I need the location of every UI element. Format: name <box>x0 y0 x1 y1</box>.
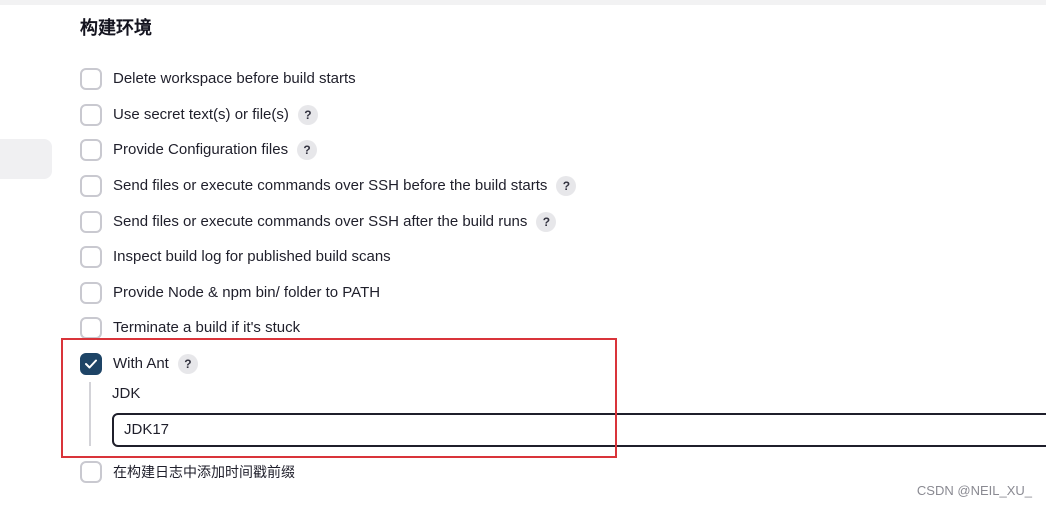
sidebar-active-item[interactable] <box>0 139 52 179</box>
help-icon[interactable]: ? <box>556 176 577 196</box>
checkbox-checked[interactable] <box>80 353 102 375</box>
section-title: 构建环境 <box>80 18 152 38</box>
option-ssh-after-build[interactable]: Send files or execute commands over SSH … <box>80 211 557 233</box>
option-inspect-build-log[interactable]: Inspect build log for published build sc… <box>80 246 391 268</box>
option-secret-text[interactable]: Use secret text(s) or file(s) ? <box>80 104 318 126</box>
checkbox[interactable] <box>80 175 102 197</box>
option-label: Delete workspace before build starts <box>113 70 356 87</box>
option-label: With Ant <box>113 355 169 372</box>
build-environment-page: 构建环境 Delete workspace before build start… <box>0 0 1046 507</box>
help-icon[interactable]: ? <box>177 354 198 374</box>
help-icon[interactable]: ? <box>297 140 318 160</box>
checkbox[interactable] <box>80 461 102 483</box>
help-icon[interactable]: ? <box>536 212 557 232</box>
top-divider <box>0 0 1046 5</box>
option-config-files[interactable]: Provide Configuration files ? <box>80 139 318 161</box>
option-label: Send files or execute commands over SSH … <box>113 213 528 230</box>
watermark: CSDN @NEIL_XU_ <box>916 483 1032 498</box>
checkbox[interactable] <box>80 211 102 233</box>
option-label: Terminate a build if it's stuck <box>113 319 301 336</box>
option-delete-workspace[interactable]: Delete workspace before build starts <box>80 68 356 90</box>
checkbox[interactable] <box>80 282 102 304</box>
option-label: 在构建日志中添加时间戳前缀 <box>113 464 295 480</box>
option-label: Provide Configuration files <box>113 141 289 158</box>
option-ssh-before-build[interactable]: Send files or execute commands over SSH … <box>80 175 577 197</box>
option-terminate-stuck-build[interactable]: Terminate a build if it's stuck <box>80 317 300 339</box>
option-node-npm-path[interactable]: Provide Node & npm bin/ folder to PATH <box>80 282 380 304</box>
checkbox[interactable] <box>80 139 102 161</box>
option-timestamp-prefix[interactable]: 在构建日志中添加时间戳前缀 <box>80 461 295 483</box>
checkbox[interactable] <box>80 317 102 339</box>
option-label: Provide Node & npm bin/ folder to PATH <box>113 284 381 301</box>
checkbox[interactable] <box>80 68 102 90</box>
option-label: Send files or execute commands over SSH … <box>113 177 548 194</box>
option-with-ant[interactable]: With Ant ? <box>80 353 198 375</box>
nested-indent-bar <box>89 382 91 446</box>
option-label: Inspect build log for published build sc… <box>113 248 391 265</box>
option-label: Use secret text(s) or file(s) <box>113 106 289 123</box>
jdk-select[interactable]: JDK17 <box>112 413 1046 447</box>
checkbox[interactable] <box>80 104 102 126</box>
jdk-label: JDK <box>112 385 141 402</box>
checkmark-icon <box>85 359 97 369</box>
help-icon[interactable]: ? <box>297 105 318 125</box>
checkbox[interactable] <box>80 246 102 268</box>
